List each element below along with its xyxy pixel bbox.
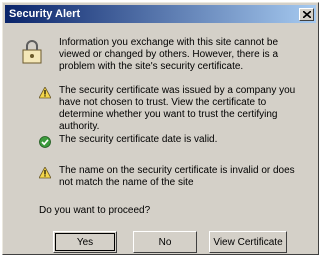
view-certificate-button[interactable]: View Certificate	[209, 231, 287, 253]
no-button[interactable]: No	[133, 231, 197, 253]
issue-item-trust: The security certificate was issued by a…	[39, 85, 309, 133]
issue-item-name: The name on the security certificate is …	[39, 165, 309, 189]
lock-icon	[22, 40, 42, 64]
close-icon	[302, 10, 311, 18]
security-alert-dialog: Security Alert Information you exchange …	[2, 2, 319, 255]
title-bar[interactable]: Security Alert	[5, 5, 316, 23]
issue-item-date: The security certificate date is valid.	[39, 134, 309, 148]
close-button[interactable]	[299, 7, 314, 21]
issue-text: The security certificate was issued by a…	[59, 85, 296, 132]
issue-text: The security certificate date is valid.	[59, 134, 218, 145]
check-icon	[39, 136, 51, 148]
yes-button[interactable]: Yes	[53, 231, 117, 253]
warning-icon	[39, 167, 51, 179]
dialog-title: Security Alert	[9, 8, 81, 20]
warning-icon	[39, 87, 51, 99]
proceed-question: Do you want to proceed?	[39, 205, 151, 216]
dialog-body: Information you exchange with this site …	[11, 27, 310, 253]
issue-text: The name on the security certificate is …	[59, 165, 295, 188]
intro-text: Information you exchange with this site …	[59, 37, 279, 72]
